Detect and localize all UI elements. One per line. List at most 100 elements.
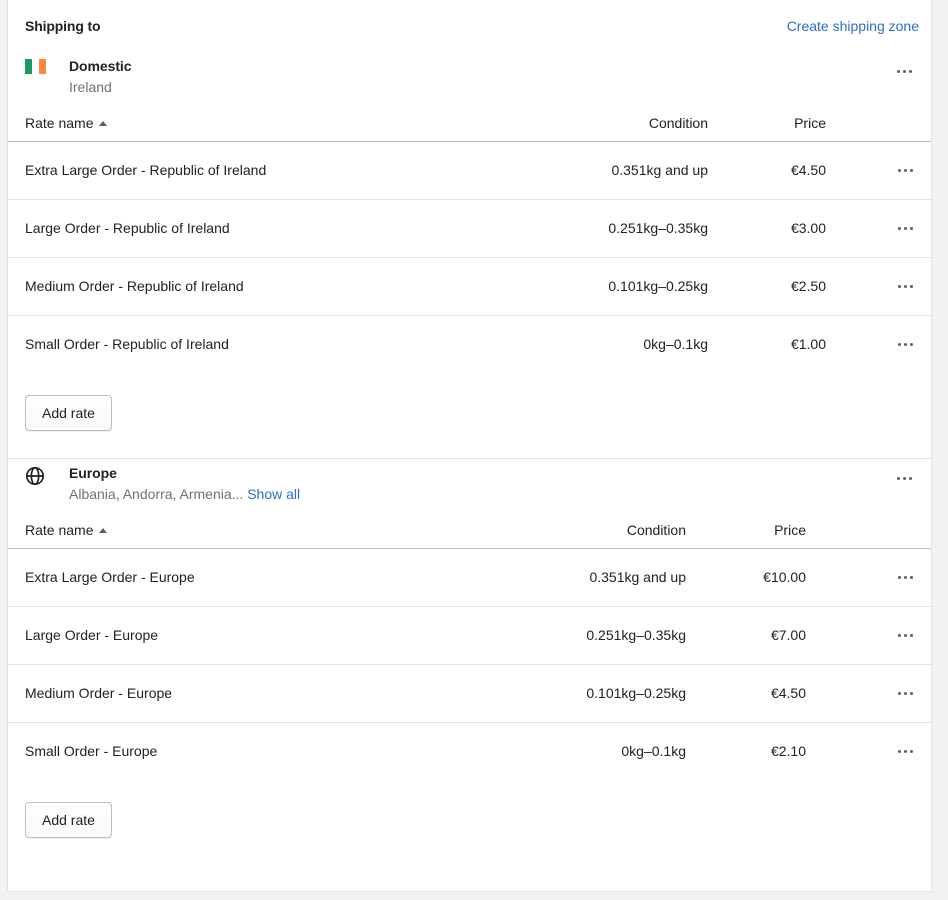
ellipsis-dot-icon: [902, 476, 906, 480]
ellipsis-dot-icon: [897, 168, 901, 172]
table-row[interactable]: Extra Large Order - Republic of Ireland …: [8, 140, 931, 199]
rates-table-header: Rate name Condition Price: [8, 514, 931, 548]
ellipsis-dot-icon: [897, 284, 901, 288]
column-header-rate-name[interactable]: Rate name: [8, 514, 518, 548]
shipping-zones-page: Shipping to Create shipping zone Domesti…: [0, 0, 948, 900]
rate-name-cell: Extra Large Order - Republic of Ireland: [8, 140, 538, 199]
table-row[interactable]: Small Order - Republic of Ireland 0kg–0.…: [8, 314, 931, 373]
create-shipping-zone-link[interactable]: Create shipping zone: [787, 16, 919, 36]
globe-icon: [25, 466, 45, 486]
ellipsis-dot-icon: [897, 749, 901, 753]
zone-actions-menu-button[interactable]: [889, 56, 919, 86]
rate-price-cell: €3.00: [708, 198, 826, 257]
rate-actions-menu-button[interactable]: [890, 271, 920, 301]
table-row[interactable]: Small Order - Europe 0kg–0.1kg €2.10: [8, 721, 931, 780]
zone-countries-text: Albania, Andorra, Armenia...: [69, 486, 244, 502]
zone-icon-wrap: [25, 56, 51, 74]
sort-ascending-caret-icon: [99, 120, 108, 126]
rate-name-cell: Large Order - Republic of Ireland: [8, 198, 538, 257]
rate-actions-menu-button[interactable]: [890, 678, 920, 708]
ellipsis-dot-icon: [903, 749, 907, 753]
zone-meta: Domestic Ireland: [51, 56, 889, 97]
ellipsis-dot-icon: [903, 691, 907, 695]
shipping-zone-europe: Europe Albania, Andorra, Armenia... Show…: [8, 458, 931, 865]
rates-table-body: Extra Large Order - Europe 0.351kg and u…: [8, 547, 931, 780]
zone-header-europe: Europe Albania, Andorra, Armenia... Show…: [8, 459, 931, 514]
ellipsis-dot-icon: [897, 575, 901, 579]
add-rate-button[interactable]: Add rate: [25, 802, 112, 838]
rate-price-cell: €4.50: [686, 663, 806, 722]
add-rate-wrap: Add rate: [8, 780, 931, 865]
zone-header-domestic: Domestic Ireland: [8, 52, 931, 107]
ellipsis-dot-icon: [897, 633, 901, 637]
add-rate-wrap: Add rate: [8, 373, 931, 458]
rate-price-cell: €4.50: [708, 140, 826, 199]
table-row[interactable]: Extra Large Order - Europe 0.351kg and u…: [8, 547, 931, 606]
table-row[interactable]: Medium Order - Europe 0.101kg–0.25kg €4.…: [8, 663, 931, 722]
zone-countries-text: Ireland: [69, 79, 112, 95]
zone-actions-menu-button[interactable]: [889, 463, 919, 493]
ellipsis-dot-icon: [896, 69, 900, 73]
table-row[interactable]: Large Order - Europe 0.251kg–0.35kg €7.0…: [8, 605, 931, 664]
rate-actions-cell: [826, 198, 931, 257]
rate-name-cell: Small Order - Europe: [8, 721, 518, 780]
rate-actions-cell: [806, 605, 931, 664]
column-header-condition: Condition: [648, 114, 708, 131]
ellipsis-dot-icon: [903, 575, 907, 579]
column-header-price: Price: [774, 521, 806, 538]
ellipsis-dot-icon: [896, 476, 900, 480]
rate-condition-cell: 0.351kg and up: [538, 140, 708, 199]
rate-price-cell: €1.00: [708, 314, 826, 373]
rate-name-cell: Extra Large Order - Europe: [8, 547, 518, 606]
shipping-zone-domestic: Domestic Ireland Rate name Condition Pri…: [8, 52, 931, 458]
rate-actions-menu-button[interactable]: [890, 213, 920, 243]
rate-condition-cell: 0.351kg and up: [518, 547, 686, 606]
ellipsis-dot-icon: [909, 342, 913, 346]
rate-price-cell: €7.00: [686, 605, 806, 664]
rate-condition-cell: 0.251kg–0.35kg: [518, 605, 686, 664]
table-header-row: Rate name Condition Price: [8, 514, 931, 548]
card-header: Shipping to Create shipping zone: [8, 0, 931, 52]
rate-condition-cell: 0.101kg–0.25kg: [518, 663, 686, 722]
ellipsis-dot-icon: [897, 226, 901, 230]
ellipsis-dot-icon: [908, 69, 912, 73]
rate-condition-cell: 0.101kg–0.25kg: [538, 256, 708, 315]
rate-actions-menu-button[interactable]: [890, 736, 920, 766]
rate-actions-cell: [806, 547, 931, 606]
ellipsis-dot-icon: [903, 284, 907, 288]
rate-actions-menu-button[interactable]: [890, 329, 920, 359]
rate-actions-cell: [806, 663, 931, 722]
rate-actions-menu-button[interactable]: [890, 155, 920, 185]
rate-name-cell: Small Order - Republic of Ireland: [8, 314, 538, 373]
rate-actions-cell: [826, 314, 931, 373]
rates-table-domestic: Rate name Condition Price Extra Large Or…: [8, 107, 931, 373]
rate-actions-cell: [826, 140, 931, 199]
ellipsis-dot-icon: [909, 284, 913, 288]
ellipsis-dot-icon: [903, 342, 907, 346]
column-header-price: Price: [794, 114, 826, 131]
flag-ireland-icon: [25, 59, 46, 74]
zone-name: Domestic: [69, 58, 132, 74]
table-header-row: Rate name Condition Price: [8, 107, 931, 141]
ellipsis-dot-icon: [903, 633, 907, 637]
table-row[interactable]: Medium Order - Republic of Ireland 0.101…: [8, 256, 931, 315]
ellipsis-dot-icon: [909, 633, 913, 637]
show-all-countries-link[interactable]: Show all: [247, 486, 300, 502]
ellipsis-dot-icon: [908, 476, 912, 480]
zone-countries: Albania, Andorra, Armenia... Show all: [69, 484, 889, 504]
rate-name-cell: Large Order - Europe: [8, 605, 518, 664]
ellipsis-dot-icon: [909, 575, 913, 579]
zone-icon-wrap: [25, 463, 51, 486]
table-row[interactable]: Large Order - Republic of Ireland 0.251k…: [8, 198, 931, 257]
sort-ascending-caret-icon: [99, 527, 108, 533]
rate-actions-menu-button[interactable]: [890, 620, 920, 650]
rate-condition-cell: 0.251kg–0.35kg: [538, 198, 708, 257]
zone-meta: Europe Albania, Andorra, Armenia... Show…: [51, 463, 889, 504]
rates-table-header: Rate name Condition Price: [8, 107, 931, 141]
rate-actions-cell: [806, 721, 931, 780]
rate-actions-menu-button[interactable]: [890, 562, 920, 592]
ellipsis-dot-icon: [897, 691, 901, 695]
rate-condition-cell: 0kg–0.1kg: [538, 314, 708, 373]
add-rate-button[interactable]: Add rate: [25, 395, 112, 431]
column-header-rate-name[interactable]: Rate name: [8, 107, 538, 141]
